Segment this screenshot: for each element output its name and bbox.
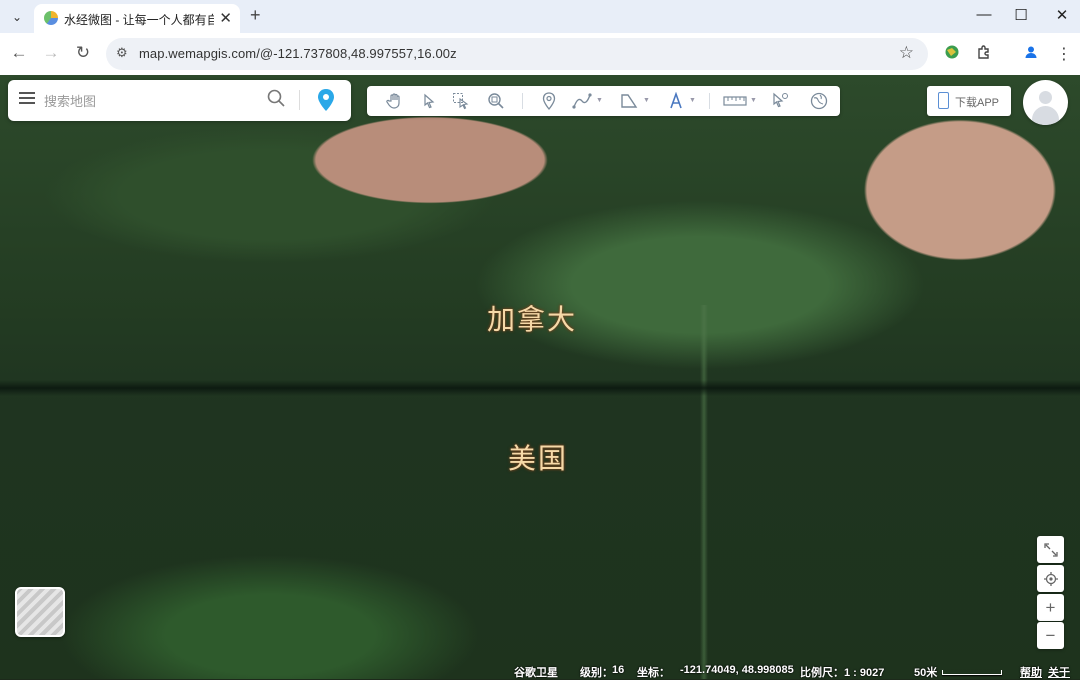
map-label-canada: 加拿大: [487, 303, 578, 336]
scale-bar: [942, 670, 1002, 675]
avatar-body: [1032, 106, 1059, 125]
browser-addressbar: ← → ↻ ⚙ map.wemapgis.com/@-121.737808,48…: [0, 33, 1080, 75]
pointer-info-icon[interactable]: [769, 90, 791, 112]
map-label-usa: 美国: [508, 442, 569, 475]
globe-icon[interactable]: [808, 90, 830, 112]
coord-label: 坐标：: [637, 667, 670, 679]
browser-menu-icon[interactable]: ⋮: [1056, 44, 1072, 64]
back-icon[interactable]: ←: [8, 43, 30, 63]
polygon-icon[interactable]: [618, 90, 640, 112]
help-link[interactable]: 帮助: [1020, 664, 1042, 680]
extension-globe-icon[interactable]: [944, 44, 960, 65]
text-icon[interactable]: [665, 90, 687, 112]
basemap-name: 谷歌卫星: [514, 667, 558, 679]
clearing-line: [700, 305, 708, 679]
fullscreen-tool-icon[interactable]: [1037, 536, 1064, 563]
level-value: 16: [612, 664, 625, 676]
ruler-caret-icon[interactable]: ▼: [750, 97, 757, 104]
window-close-icon[interactable]: ✕: [1047, 6, 1077, 24]
tab-title: 水经微图 - 让每一个人都有自己的地图: [64, 13, 214, 27]
coord-value: -121.74049, 48.998085: [680, 664, 794, 676]
site-favicon-icon: [44, 11, 58, 25]
layer-switcher-thumbnail[interactable]: [15, 587, 65, 637]
search-panel: [8, 80, 351, 121]
bookmark-star-icon[interactable]: ☆: [899, 43, 914, 63]
polyline-icon[interactable]: [571, 90, 593, 112]
polygon-caret-icon[interactable]: ▼: [643, 97, 650, 104]
browser-tabbar: ⌄ 水经微图 - 让每一个人都有自己的地图 ✕ + — ☐ ✕: [0, 0, 1080, 33]
zoom-out-button[interactable]: −: [1037, 622, 1064, 649]
border-cutline: [0, 380, 1080, 396]
search-icon[interactable]: [266, 88, 286, 113]
scale-ratio: 比例尺：1 : 9027: [800, 667, 885, 679]
map-status-bar: 谷歌卫星 级别： 16 坐标： -121.74049, 48.998085 比例…: [0, 661, 1080, 679]
download-app-label: 下载APP: [955, 97, 1000, 109]
download-app-button[interactable]: 下载APP: [927, 86, 1011, 116]
browser-tab[interactable]: 水经微图 - 让每一个人都有自己的地图 ✕: [34, 4, 240, 33]
ruler-icon[interactable]: [722, 90, 748, 112]
forward-icon[interactable]: →: [40, 43, 62, 63]
maximize-icon[interactable]: ☐: [1006, 6, 1036, 24]
text-caret-icon[interactable]: ▼: [689, 97, 696, 104]
search-input[interactable]: [42, 90, 266, 112]
profile-icon[interactable]: [1023, 44, 1039, 65]
site-info-icon[interactable]: ⚙: [116, 45, 128, 61]
location-pin-icon[interactable]: [316, 88, 336, 117]
toolbar-divider: [709, 93, 710, 109]
url-bar[interactable]: ⚙ map.wemapgis.com/@-121.737808,48.99755…: [106, 38, 928, 70]
map-toolbar: ▼ ▼ ▼ ▼: [367, 86, 840, 116]
user-avatar[interactable]: [1023, 80, 1068, 125]
zoom-in-button[interactable]: +: [1037, 594, 1064, 621]
avatar-head: [1039, 91, 1052, 104]
scale-distance: 50米: [914, 667, 938, 679]
new-tab-icon[interactable]: +: [250, 5, 261, 26]
level-label: 级别：: [580, 667, 613, 679]
satellite-map[interactable]: 加拿大 美国: [0, 75, 1080, 679]
pan-hand-icon[interactable]: [384, 90, 406, 112]
extensions-puzzle-icon[interactable]: [976, 44, 992, 65]
url-text: map.wemapgis.com/@-121.737808,48.997557,…: [139, 46, 457, 61]
about-link[interactable]: 关于: [1048, 664, 1070, 680]
marker-icon[interactable]: [538, 90, 560, 112]
polyline-caret-icon[interactable]: ▼: [596, 97, 603, 104]
tab-search-dropdown-icon[interactable]: ⌄: [6, 6, 28, 28]
reload-icon[interactable]: ↻: [72, 43, 94, 63]
phone-icon: [938, 92, 949, 109]
box-select-icon[interactable]: [450, 90, 472, 112]
zoom-search-icon[interactable]: [485, 90, 507, 112]
locate-icon[interactable]: [1037, 565, 1064, 592]
minimize-icon[interactable]: —: [969, 6, 999, 23]
toolbar-divider: [522, 93, 523, 109]
search-divider: [299, 90, 300, 110]
tab-close-icon[interactable]: ✕: [219, 9, 232, 27]
select-arrow-icon[interactable]: [418, 90, 440, 112]
menu-icon[interactable]: [19, 92, 35, 104]
